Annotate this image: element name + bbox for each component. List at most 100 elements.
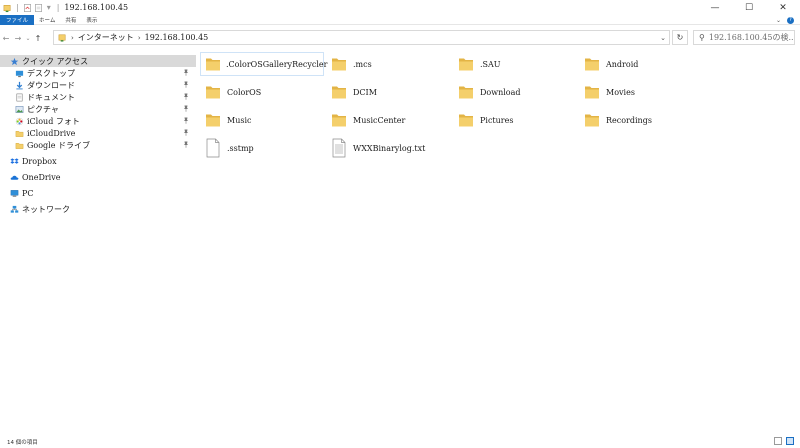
file-name: Android (606, 59, 639, 69)
recent-locations-button[interactable]: ⌄ (24, 30, 32, 46)
address-bar[interactable]: › インターネット › 192.168.100.45 ⌄ (53, 30, 670, 45)
search-placeholder: 192.168.100.45の検... (708, 33, 795, 42)
breadcrumb-internet[interactable]: インターネット (78, 32, 134, 43)
sidebar-item[interactable]: ネットワーク (0, 203, 196, 215)
file-name: ColorOS (227, 87, 262, 97)
sidebar-item[interactable]: Dropbox (0, 155, 196, 167)
folder-icon (329, 82, 349, 102)
folder-item[interactable]: Pictures (453, 108, 577, 132)
pin-icon[interactable] (183, 69, 189, 78)
sidebar-item-label: ダウンロード (27, 80, 75, 90)
expand-ribbon-icon[interactable]: ⌄ (776, 17, 781, 24)
sidebar-item-label: ネットワーク (22, 204, 70, 214)
sidebar-item[interactable]: Google ドライブ (0, 139, 196, 151)
minimize-button[interactable]: — (698, 0, 732, 15)
text-file-icon (329, 138, 349, 158)
tab-share[interactable]: 共有 (60, 15, 81, 25)
large-icons-view-button[interactable] (786, 437, 794, 445)
folder-icon (204, 54, 222, 74)
file-item[interactable]: WXXBinarylog.txt (326, 136, 450, 160)
help-icon[interactable]: ? (787, 16, 794, 24)
breadcrumb-separator: › (71, 33, 74, 42)
address-dropdown-icon[interactable]: ⌄ (660, 31, 666, 44)
folder-icon (456, 54, 476, 74)
pin-icon[interactable] (183, 117, 189, 126)
folder-icon (582, 54, 602, 74)
file-name: .mcs (353, 59, 372, 69)
sidebar-item[interactable]: iCloud フォト (0, 115, 196, 127)
item-count: 14 個の項目 (7, 440, 38, 446)
navigation-bar: ← → ⌄ ↑ › インターネット › 192.168.100.45 ⌄ ↻ ⚲… (0, 29, 800, 47)
folder-item[interactable]: Music (200, 108, 324, 132)
navigation-pane: クイック アクセス デスクトップ ダウンロード ドキュメント ピクチャ iCloud フォ… (0, 55, 196, 425)
window-controls: — ☐ ✕ (698, 0, 800, 15)
star-icon (10, 57, 19, 66)
folder-item[interactable]: Movies (579, 80, 703, 104)
sidebar-item[interactable]: iCloudDrive (0, 127, 196, 139)
folder-item[interactable]: Download (453, 80, 577, 104)
folder-item[interactable]: .SAU (453, 52, 577, 76)
folder-icon (203, 110, 223, 130)
pin-icon[interactable] (183, 141, 189, 150)
file-name: .SAU (480, 59, 501, 69)
file-list: .ColorOSGalleryRecycler .mcs .SAU Android Co… (200, 52, 800, 172)
sidebar-item[interactable]: PC (0, 187, 196, 199)
sidebar-item[interactable]: デスクトップ (0, 67, 196, 79)
network-icon (10, 205, 19, 214)
refresh-button[interactable]: ↻ (672, 30, 688, 45)
pin-icon[interactable] (183, 129, 189, 138)
file-name: MusicCenter (353, 115, 406, 125)
toolbar-dropdown-icon[interactable]: ▾ (47, 3, 51, 12)
details-view-button[interactable] (774, 437, 782, 445)
folder-item[interactable]: .ColorOSGalleryRecycler (200, 52, 327, 76)
maximize-button[interactable]: ☐ (732, 0, 766, 15)
breadcrumb-host[interactable]: 192.168.100.45 (145, 33, 209, 42)
folder-icon (203, 82, 223, 102)
sidebar-item[interactable]: ピクチャ (0, 103, 196, 115)
sidebar-item-label: Dropbox (22, 156, 57, 166)
sidebar-item-label: iCloudDrive (27, 128, 76, 138)
folder-icon (582, 82, 602, 102)
file-item[interactable]: .sstmp (200, 136, 324, 160)
file-name: Music (227, 115, 252, 125)
folder-item[interactable]: ColorOS (200, 80, 324, 104)
folder-item[interactable]: .mcs (326, 52, 450, 76)
desktop-icon (15, 69, 24, 78)
network-location-icon (58, 34, 66, 42)
network-folder-icon (3, 4, 11, 12)
toolbar-separator: | (56, 3, 60, 12)
sidebar-item-label: iCloud フォト (27, 116, 80, 126)
back-button[interactable]: ← (0, 30, 12, 46)
file-icon (203, 138, 223, 158)
status-bar: 14 個の項目 (0, 436, 800, 448)
folder-icon (15, 129, 24, 138)
tab-file[interactable]: ファイル (0, 14, 35, 25)
folder-item[interactable]: MusicCenter (326, 108, 450, 132)
search-input[interactable]: ⚲ 192.168.100.45の検... (693, 30, 795, 45)
folder-item[interactable]: Recordings (579, 108, 703, 132)
folder-item[interactable]: Android (579, 52, 703, 76)
new-folder-icon[interactable] (34, 3, 43, 13)
close-button[interactable]: ✕ (766, 0, 800, 15)
file-name: Download (480, 87, 521, 97)
window-title: 192.168.100.45 (64, 3, 129, 12)
sidebar-item[interactable]: クイック アクセス (0, 55, 196, 67)
up-button[interactable]: ↑ (32, 30, 44, 46)
breadcrumb: › インターネット › 192.168.100.45 (58, 32, 208, 43)
search-icon: ⚲ (699, 33, 705, 42)
forward-button[interactable]: → (12, 30, 24, 46)
properties-icon[interactable] (23, 3, 32, 13)
file-name: .sstmp (227, 143, 254, 153)
sidebar-item-label: デスクトップ (27, 68, 75, 78)
pin-icon[interactable] (183, 93, 189, 102)
pin-icon[interactable] (183, 81, 189, 90)
view-switcher (774, 437, 794, 445)
sidebar-item[interactable]: OneDrive (0, 171, 196, 183)
sidebar-item-label: Google ドライブ (27, 140, 90, 150)
tab-home[interactable]: ホーム (34, 15, 60, 25)
pin-icon[interactable] (183, 105, 189, 114)
sidebar-item[interactable]: ドキュメント (0, 91, 196, 103)
folder-item[interactable]: DCIM (326, 80, 450, 104)
sidebar-item[interactable]: ダウンロード (0, 79, 196, 91)
tab-view[interactable]: 表示 (81, 15, 102, 25)
